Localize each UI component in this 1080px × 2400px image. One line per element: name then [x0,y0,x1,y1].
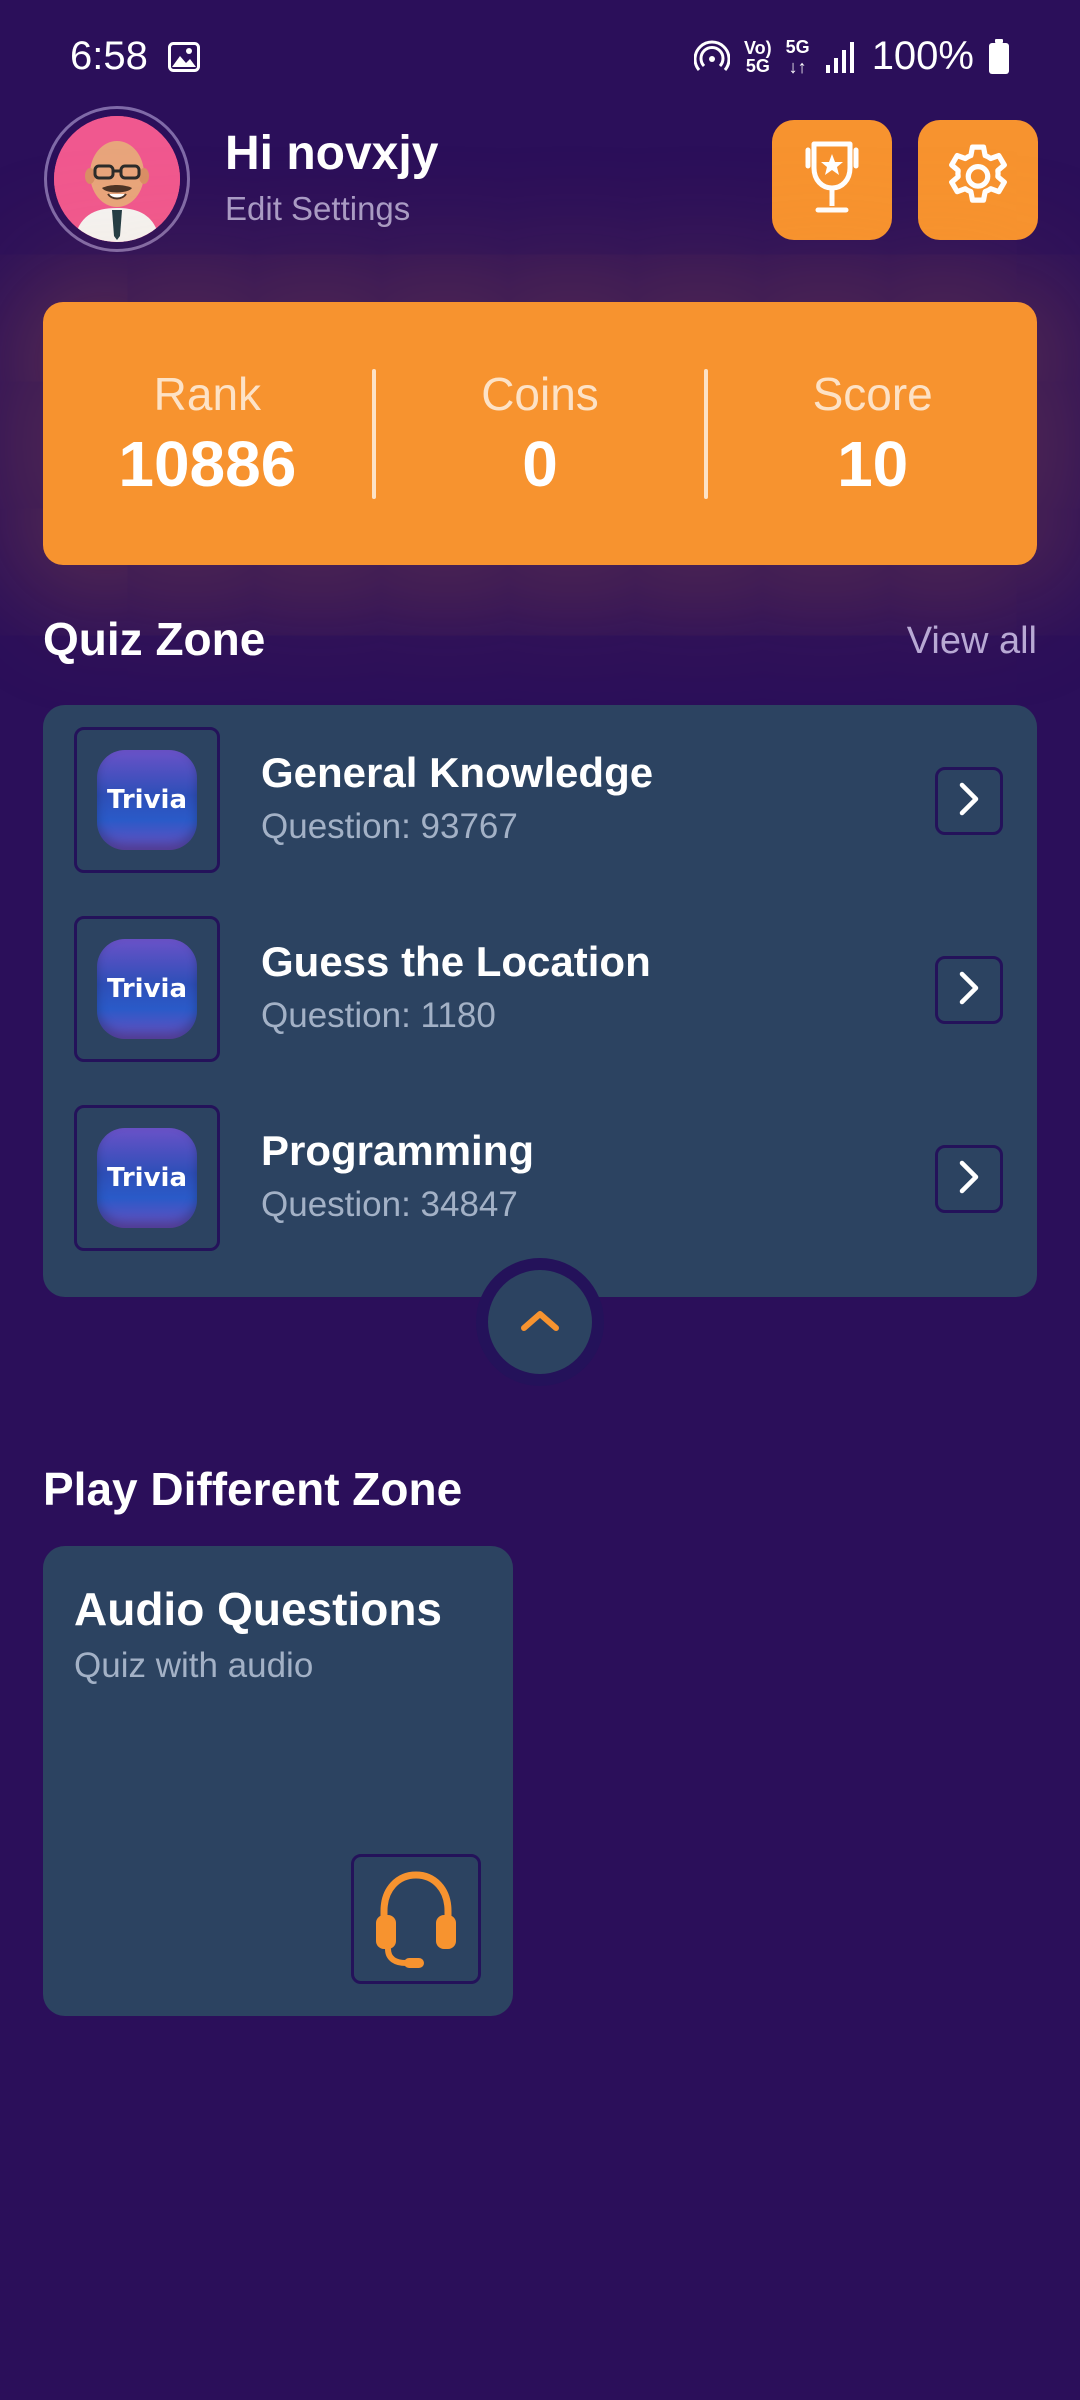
trophy-icon [794,138,870,223]
volte-icon: Vo) 5G [744,37,772,76]
battery-percent: 100% [871,34,974,78]
hotspot-icon [694,39,730,75]
audio-questions-card[interactable]: Audio Questions Quiz with audio [43,1546,513,2016]
chevron-up-icon [518,1306,562,1339]
audio-card-subtitle: Quiz with audio [74,1646,314,1685]
quiz-thumbnail: Trivia [74,727,220,873]
open-quiz-button[interactable] [935,767,1003,835]
edit-settings-link[interactable]: Edit Settings [225,190,410,228]
trivia-logo: Trivia [97,939,197,1039]
score-stat: Score 10 [708,367,1037,501]
quiz-thumbnail: Trivia [74,916,220,1062]
stats-card: Rank 10886 Coins 0 Score 10 [43,302,1037,565]
status-icons: Vo) 5G 5G ↓↑ 100% [694,34,1010,79]
network-5g-icon: 5G ↓↑ [785,36,810,77]
rank-label: Rank [153,367,262,420]
status-time: 6:58 [70,34,148,78]
open-quiz-button[interactable] [935,956,1003,1024]
quiz-question-count: Question: 93767 [261,807,518,846]
audio-icon-box [351,1854,481,1984]
quiz-item-guess-the-location[interactable]: Trivia Guess the Location Question: 1180 [43,914,1037,1064]
coins-value: 0 [522,427,558,500]
gear-icon [939,139,1017,222]
coins-stat: Coins 0 [376,367,705,501]
rank-value: 10886 [118,427,297,500]
view-all-link[interactable]: View all [907,620,1037,663]
quiz-name: Guess the Location [261,938,651,985]
open-quiz-button[interactable] [935,1145,1003,1213]
score-label: Score [812,367,933,420]
play-zone-title: Play Different Zone [43,1463,463,1515]
quiz-zone-title: Quiz Zone [43,613,266,665]
rank-stat: Rank 10886 [43,367,372,501]
chevron-right-icon [954,1157,984,1202]
quiz-question-count: Question: 1180 [261,996,496,1035]
settings-button[interactable] [918,120,1038,240]
score-value: 10 [837,427,909,500]
collapse-button-ring [476,1258,604,1386]
audio-card-title: Audio Questions [74,1583,442,1635]
chevron-right-icon [954,968,984,1013]
greeting-text: Hi novxjy [225,127,439,180]
avatar-image [54,116,180,242]
chevron-right-icon [954,779,984,824]
quiz-thumbnail: Trivia [74,1105,220,1251]
gallery-notification-icon [168,42,200,72]
trivia-logo: Trivia [97,750,197,850]
collapse-button[interactable] [488,1270,592,1374]
battery-icon [988,38,1010,75]
network-type: 5G [785,36,810,57]
trivia-logo: Trivia [97,1128,197,1228]
quiz-question-count: Question: 34847 [261,1185,518,1224]
headset-icon [370,1865,462,1974]
quiz-item-general-knowledge[interactable]: Trivia General Knowledge Question: 93767 [43,725,1037,875]
avatar[interactable] [44,106,190,252]
quiz-item-programming[interactable]: Trivia Programming Question: 34847 [43,1103,1037,1253]
quiz-name: Programming [261,1127,535,1174]
leaderboard-button[interactable] [772,120,892,240]
quiz-zone-card: Trivia General Knowledge Question: 93767… [43,705,1037,1297]
signal-icon [824,41,858,73]
coins-label: Coins [481,367,599,420]
quiz-name: General Knowledge [261,749,654,796]
